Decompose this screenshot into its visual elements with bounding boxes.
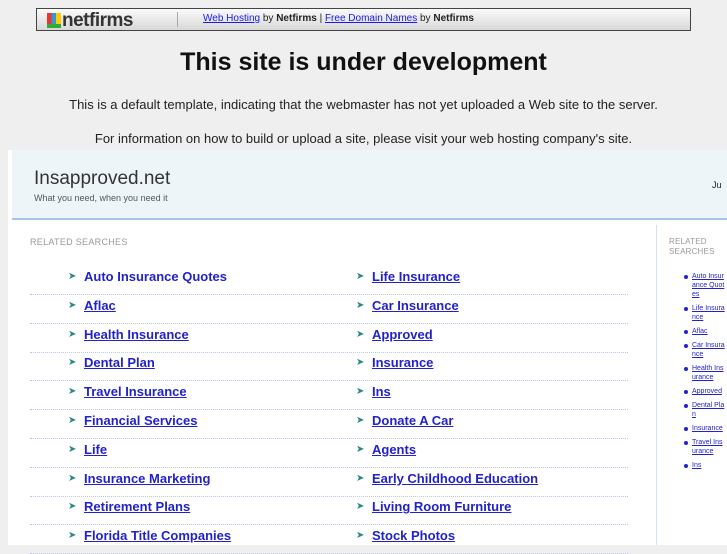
side-search-link[interactable]: Travel Insurance (692, 438, 726, 456)
related-search-link[interactable]: Life Insurance (372, 269, 460, 284)
bullet-icon (684, 427, 688, 431)
side-list-item: Insurance (684, 424, 726, 433)
page-title: This site is under development (180, 48, 547, 76)
side-search-link[interactable]: Dental Plan (692, 401, 726, 419)
bullet-icon (684, 441, 688, 445)
arrow-icon: ➤ (68, 415, 77, 426)
arrow-icon: ➤ (356, 530, 365, 542)
side-search-link[interactable]: Health Insurance (692, 364, 726, 382)
arrow-icon: ➤ (356, 501, 365, 513)
table-row: ➤ Florida Title Companies ➤ Stock Photos (30, 525, 628, 554)
bullet-icon (684, 275, 688, 279)
table-row: ➤ Life ➤ Agents (30, 439, 628, 468)
bullet-icon (684, 390, 688, 394)
side-list-item: Car Insurance (684, 341, 726, 359)
site-tagline: What you need, when you need it (34, 193, 168, 203)
table-row: ➤ Auto Insurance Quotes ➤ Life Insurance (30, 266, 628, 295)
arrow-icon: ➤ (68, 501, 77, 513)
header-right-text: Ju (712, 180, 722, 190)
web-hosting-link[interactable]: Web Hosting (203, 13, 260, 24)
bullet-icon (684, 404, 688, 408)
side-list-item: Health Insurance (684, 364, 726, 382)
related-search-link[interactable]: Insurance Marketing (84, 471, 210, 486)
side-list-item: Dental Plan (684, 401, 726, 419)
arrow-icon: ➤ (68, 328, 77, 340)
related-search-link[interactable]: Health Insurance (84, 327, 189, 342)
arrow-icon: ➤ (356, 472, 365, 484)
arrow-icon: ➤ (356, 299, 365, 311)
table-row: ➤ Insurance Marketing ➤ Early Childhood … (30, 468, 628, 497)
bullet-icon (684, 307, 688, 311)
side-list-item: Approved (684, 387, 726, 396)
site-header: Insapproved.net What you need, when you … (12, 150, 727, 220)
netfirms-banner: netfirms Web Hosting by Netfirms | Free … (36, 8, 691, 31)
arrow-icon: ➤ (68, 357, 77, 369)
bullet-icon (684, 367, 688, 371)
related-search-link[interactable]: Living Room Furniture (372, 499, 511, 514)
arrow-icon: ➤ (68, 386, 77, 398)
related-search-link[interactable]: Insurance (372, 355, 433, 370)
related-search-link[interactable]: Dental Plan (84, 355, 155, 370)
arrow-icon: ➤ (68, 299, 77, 311)
side-search-link[interactable]: Ins (692, 461, 726, 470)
related-search-link[interactable]: Stock Photos (372, 528, 455, 543)
related-search-link[interactable]: Florida Title Companies (84, 528, 231, 543)
info-text-1: This is a default template, indicating t… (69, 97, 658, 112)
arrow-icon: ➤ (356, 443, 365, 455)
side-list-item: Life Insurance (684, 304, 726, 322)
related-search-link[interactable]: Car Insurance (372, 298, 459, 313)
side-search-link[interactable]: Auto Insurance Quotes (692, 272, 726, 299)
side-related-searches-label: RELATED SEARCHES (669, 237, 715, 256)
table-row: ➤ Dental Plan ➤ Insurance (30, 352, 628, 382)
arrow-icon: ➤ (68, 443, 77, 455)
related-search-link[interactable]: Early Childhood Education (372, 471, 538, 486)
related-search-link[interactable]: Agents (372, 442, 416, 457)
arrow-icon: ➤ (356, 357, 365, 369)
arrow-icon: ➤ (356, 271, 365, 282)
free-domain-names-link[interactable]: Free Domain Names (325, 13, 417, 24)
parked-page-frame: Insapproved.net What you need, when you … (8, 150, 727, 554)
table-row: ➤ Health Insurance ➤ Approved (30, 324, 628, 353)
bullet-icon (684, 330, 688, 334)
related-searches-label: RELATED SEARCHES (30, 237, 128, 247)
arrow-icon: ➤ (68, 530, 77, 542)
side-list-item: Aflac (684, 327, 726, 336)
side-list-item: Travel Insurance (684, 438, 726, 456)
table-row: ➤ Financial Services ➤ Donate A Car (30, 410, 628, 439)
bullet-icon (684, 464, 688, 468)
side-list-item: Auto Insurance Quotes (684, 272, 726, 299)
column-divider (656, 225, 657, 545)
side-search-link[interactable]: Life Insurance (692, 304, 726, 322)
side-search-link[interactable]: Aflac (692, 327, 726, 336)
table-row: ➤ Aflac ➤ Car Insurance (30, 295, 628, 324)
bullet-icon (684, 344, 688, 348)
related-search-link[interactable]: Approved (372, 327, 433, 342)
side-search-list: Auto Insurance Quotes Life Insurance Aflac… (684, 272, 726, 470)
arrow-icon: ➤ (68, 472, 77, 484)
netfirms-logo-icon (47, 13, 61, 28)
info-text-2: For information on how to build or uploa… (94, 131, 633, 146)
netfirms-logo[interactable]: netfirms (47, 10, 133, 32)
table-row: ➤ Retirement Plans ➤ Living Room Furnitu… (30, 496, 628, 526)
arrow-icon: ➤ (356, 328, 365, 340)
side-search-link[interactable]: Insurance (692, 424, 726, 433)
side-search-link[interactable]: Car Insurance (692, 341, 726, 359)
related-search-link[interactable]: Retirement Plans (84, 499, 190, 514)
table-row: ➤ Travel Insurance ➤ Ins (30, 381, 628, 411)
related-search-link[interactable]: Life (84, 442, 107, 457)
arrow-icon: ➤ (356, 415, 365, 426)
related-search-link[interactable]: Travel Insurance (84, 384, 187, 399)
related-search-link[interactable]: Auto Insurance Quotes (84, 269, 227, 284)
related-search-link[interactable]: Ins (372, 384, 391, 399)
arrow-icon: ➤ (356, 386, 365, 398)
related-search-link[interactable]: Financial Services (84, 413, 197, 428)
side-search-link[interactable]: Approved (692, 387, 726, 396)
related-search-link[interactable]: Donate A Car (372, 413, 453, 428)
side-list-item: Ins (684, 461, 726, 470)
banner-links: Web Hosting by Netfirms | Free Domain Na… (203, 13, 474, 24)
related-search-link[interactable]: Aflac (84, 298, 116, 313)
site-name[interactable]: Insapproved.net (34, 168, 170, 190)
arrow-icon: ➤ (68, 271, 77, 282)
divider (177, 12, 178, 27)
